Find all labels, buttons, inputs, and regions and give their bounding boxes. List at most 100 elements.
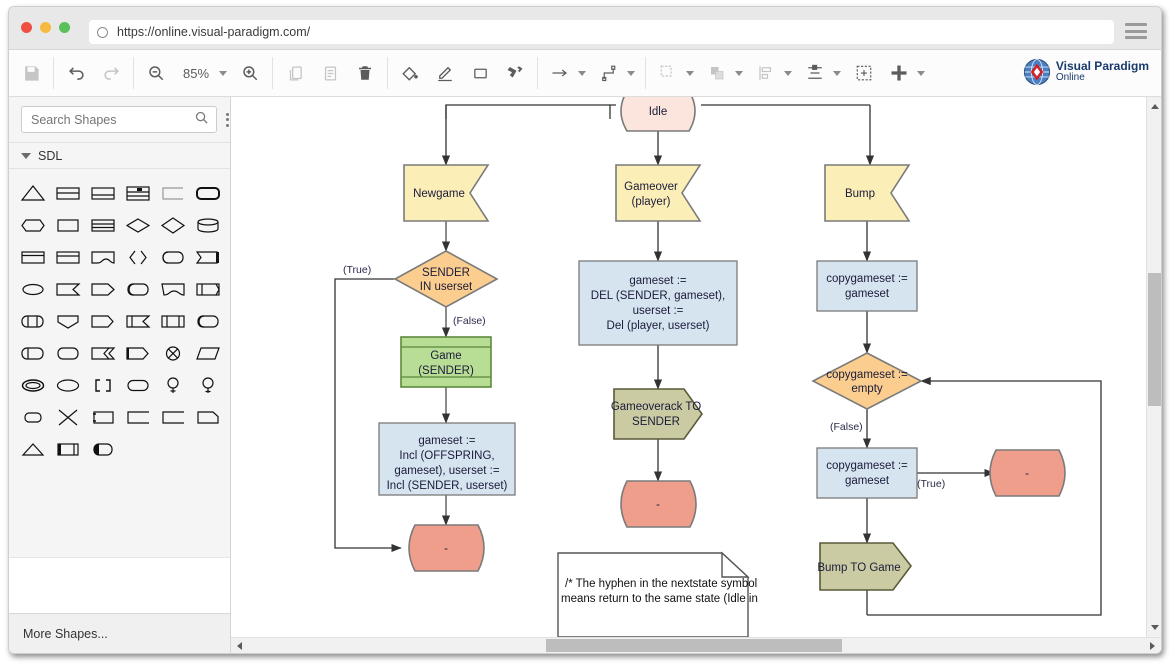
shape-item-open-box-1[interactable] bbox=[122, 401, 154, 433]
shape-item-brackets[interactable] bbox=[87, 369, 119, 401]
shapes-section-sdl[interactable]: SDL bbox=[9, 143, 230, 169]
shape-style-icon[interactable] bbox=[468, 61, 492, 85]
diagram-viewport[interactable]: Idle Newgame Gameover (player) Bump SEND… bbox=[231, 97, 1146, 637]
distribute-chevron-down-icon[interactable] bbox=[833, 70, 841, 76]
shape-item-notched-left[interactable] bbox=[52, 273, 84, 305]
straight-connector-icon[interactable] bbox=[548, 61, 572, 85]
shape-item-open-box-2[interactable] bbox=[157, 401, 189, 433]
visual-paradigm-logo[interactable]: Visual Paradigm Online bbox=[1023, 58, 1149, 86]
vertical-scroll-thumb[interactable] bbox=[1148, 273, 1161, 406]
shape-item-folded-corner[interactable] bbox=[192, 401, 224, 433]
shape-item-callout[interactable] bbox=[157, 273, 189, 305]
copy-icon[interactable] bbox=[283, 61, 307, 85]
shape-item-rounded-bar-left[interactable] bbox=[17, 337, 49, 369]
shape-item-box-side-bar[interactable] bbox=[192, 273, 224, 305]
shape-item-circle-cross[interactable] bbox=[157, 337, 189, 369]
scroll-down-arrow-icon[interactable] bbox=[1151, 625, 1159, 630]
search-icon[interactable] bbox=[194, 110, 209, 130]
redo-icon[interactable] bbox=[99, 61, 123, 85]
shape-item-stacked-box[interactable] bbox=[122, 177, 154, 209]
shape-item-cross[interactable] bbox=[52, 401, 84, 433]
trash-icon[interactable] bbox=[353, 61, 377, 85]
shape-item-hexagon[interactable] bbox=[17, 209, 49, 241]
shape-item-box-two-lines[interactable] bbox=[52, 241, 84, 273]
shape-item-pentagon-right-2[interactable] bbox=[87, 305, 119, 337]
shape-item-rounded-rect[interactable] bbox=[192, 177, 224, 209]
zoom-in-icon[interactable] bbox=[238, 61, 262, 85]
scroll-left-arrow-icon[interactable] bbox=[237, 642, 242, 650]
shape-item-angle-brackets[interactable] bbox=[122, 241, 154, 273]
shape-item-ellipse-double[interactable] bbox=[17, 369, 49, 401]
align-icon[interactable] bbox=[754, 61, 778, 85]
scroll-up-arrow-icon[interactable] bbox=[1151, 104, 1159, 109]
arrange-chevron-down-icon[interactable] bbox=[735, 70, 743, 76]
shape-item-rounded-left-split[interactable] bbox=[122, 273, 154, 305]
shape-item-diamond-wide[interactable] bbox=[157, 209, 189, 241]
selection-chevron-down-icon[interactable] bbox=[686, 70, 694, 76]
horizontal-scrollbar[interactable] bbox=[231, 637, 1161, 653]
shape-library-grid[interactable] bbox=[9, 169, 230, 613]
line-color-icon[interactable] bbox=[433, 61, 457, 85]
chevron-down-icon[interactable] bbox=[21, 152, 31, 159]
shape-item-pentagon-right[interactable] bbox=[87, 273, 119, 305]
paste-icon[interactable] bbox=[318, 61, 342, 85]
arrange-icon[interactable] bbox=[705, 61, 729, 85]
shape-item-circle-stem[interactable] bbox=[157, 369, 189, 401]
elbow-connector-icon[interactable] bbox=[597, 61, 621, 85]
shape-item-down-pentagon[interactable] bbox=[52, 305, 84, 337]
add-chevron-down-icon[interactable] bbox=[917, 70, 925, 76]
shape-item-box-bars[interactable] bbox=[52, 433, 84, 465]
format-painter-icon[interactable] bbox=[503, 61, 527, 85]
browser-menu-icon[interactable] bbox=[1125, 23, 1147, 43]
shape-item-box-two-bars[interactable] bbox=[157, 305, 189, 337]
shape-item-triangle-2[interactable] bbox=[17, 433, 49, 465]
shape-item-diamond[interactable] bbox=[122, 209, 154, 241]
shape-item-rounded-split[interactable] bbox=[157, 241, 189, 273]
shape-item-ellipse-thin[interactable] bbox=[52, 369, 84, 401]
zoom-level-label[interactable]: 85% bbox=[179, 66, 213, 81]
shape-item-arrow-in-box[interactable] bbox=[192, 241, 224, 273]
shape-item-stadium[interactable] bbox=[122, 369, 154, 401]
horizontal-scroll-thumb[interactable] bbox=[546, 639, 842, 652]
selection-icon[interactable] bbox=[656, 61, 680, 85]
undo-icon[interactable] bbox=[64, 61, 88, 85]
shape-item-note-wave[interactable] bbox=[87, 241, 119, 273]
shape-item-parallelogram[interactable] bbox=[192, 337, 224, 369]
more-shapes-button[interactable]: More Shapes... bbox=[9, 613, 230, 653]
shape-item-double-notch[interactable] bbox=[87, 337, 119, 369]
search-shapes-box[interactable] bbox=[21, 106, 217, 133]
scroll-right-arrow-icon[interactable] bbox=[1150, 642, 1155, 650]
elbow-chevron-down-icon[interactable] bbox=[627, 70, 635, 76]
zoom-dropdown-chevron-down-icon[interactable] bbox=[219, 70, 227, 76]
shape-item-rect-line2[interactable] bbox=[87, 177, 119, 209]
minimize-window-button[interactable] bbox=[40, 22, 51, 33]
fill-color-icon[interactable] bbox=[398, 61, 422, 85]
window-controls[interactable] bbox=[21, 22, 70, 33]
shape-item-rect-line[interactable] bbox=[52, 177, 84, 209]
close-window-button[interactable] bbox=[21, 22, 32, 33]
save-icon[interactable] bbox=[19, 61, 43, 85]
add-icon[interactable] bbox=[887, 61, 911, 85]
vertical-scrollbar[interactable] bbox=[1146, 97, 1161, 637]
shape-item-box-top-line[interactable] bbox=[17, 241, 49, 273]
shape-item-rounded-left-bar[interactable] bbox=[192, 305, 224, 337]
fit-to-window-icon[interactable] bbox=[852, 61, 876, 85]
shape-item-rounded-plain[interactable] bbox=[52, 337, 84, 369]
connector-chevron-down-icon[interactable] bbox=[578, 70, 586, 76]
distribute-icon[interactable] bbox=[803, 61, 827, 85]
address-bar[interactable]: https://online.visual-paradigm.com/ bbox=[89, 20, 1114, 44]
shape-item-ellipse[interactable] bbox=[17, 273, 49, 305]
search-input[interactable] bbox=[29, 111, 194, 128]
shape-item-cylinder[interactable] bbox=[192, 209, 224, 241]
shape-item-rounded-side-split[interactable] bbox=[17, 305, 49, 337]
zoom-out-icon[interactable] bbox=[144, 61, 168, 85]
shape-item-rect[interactable] bbox=[52, 209, 84, 241]
shape-item-lined-rect[interactable] bbox=[87, 209, 119, 241]
maximize-window-button[interactable] bbox=[59, 22, 70, 33]
shape-item-circle-stem-2[interactable] bbox=[192, 369, 224, 401]
shape-item-bracket[interactable] bbox=[157, 177, 189, 209]
shape-item-notched-split[interactable] bbox=[122, 305, 154, 337]
shape-item-round-small[interactable] bbox=[17, 401, 49, 433]
align-chevron-down-icon[interactable] bbox=[784, 70, 792, 76]
shape-item-box-tick-left[interactable] bbox=[87, 401, 119, 433]
